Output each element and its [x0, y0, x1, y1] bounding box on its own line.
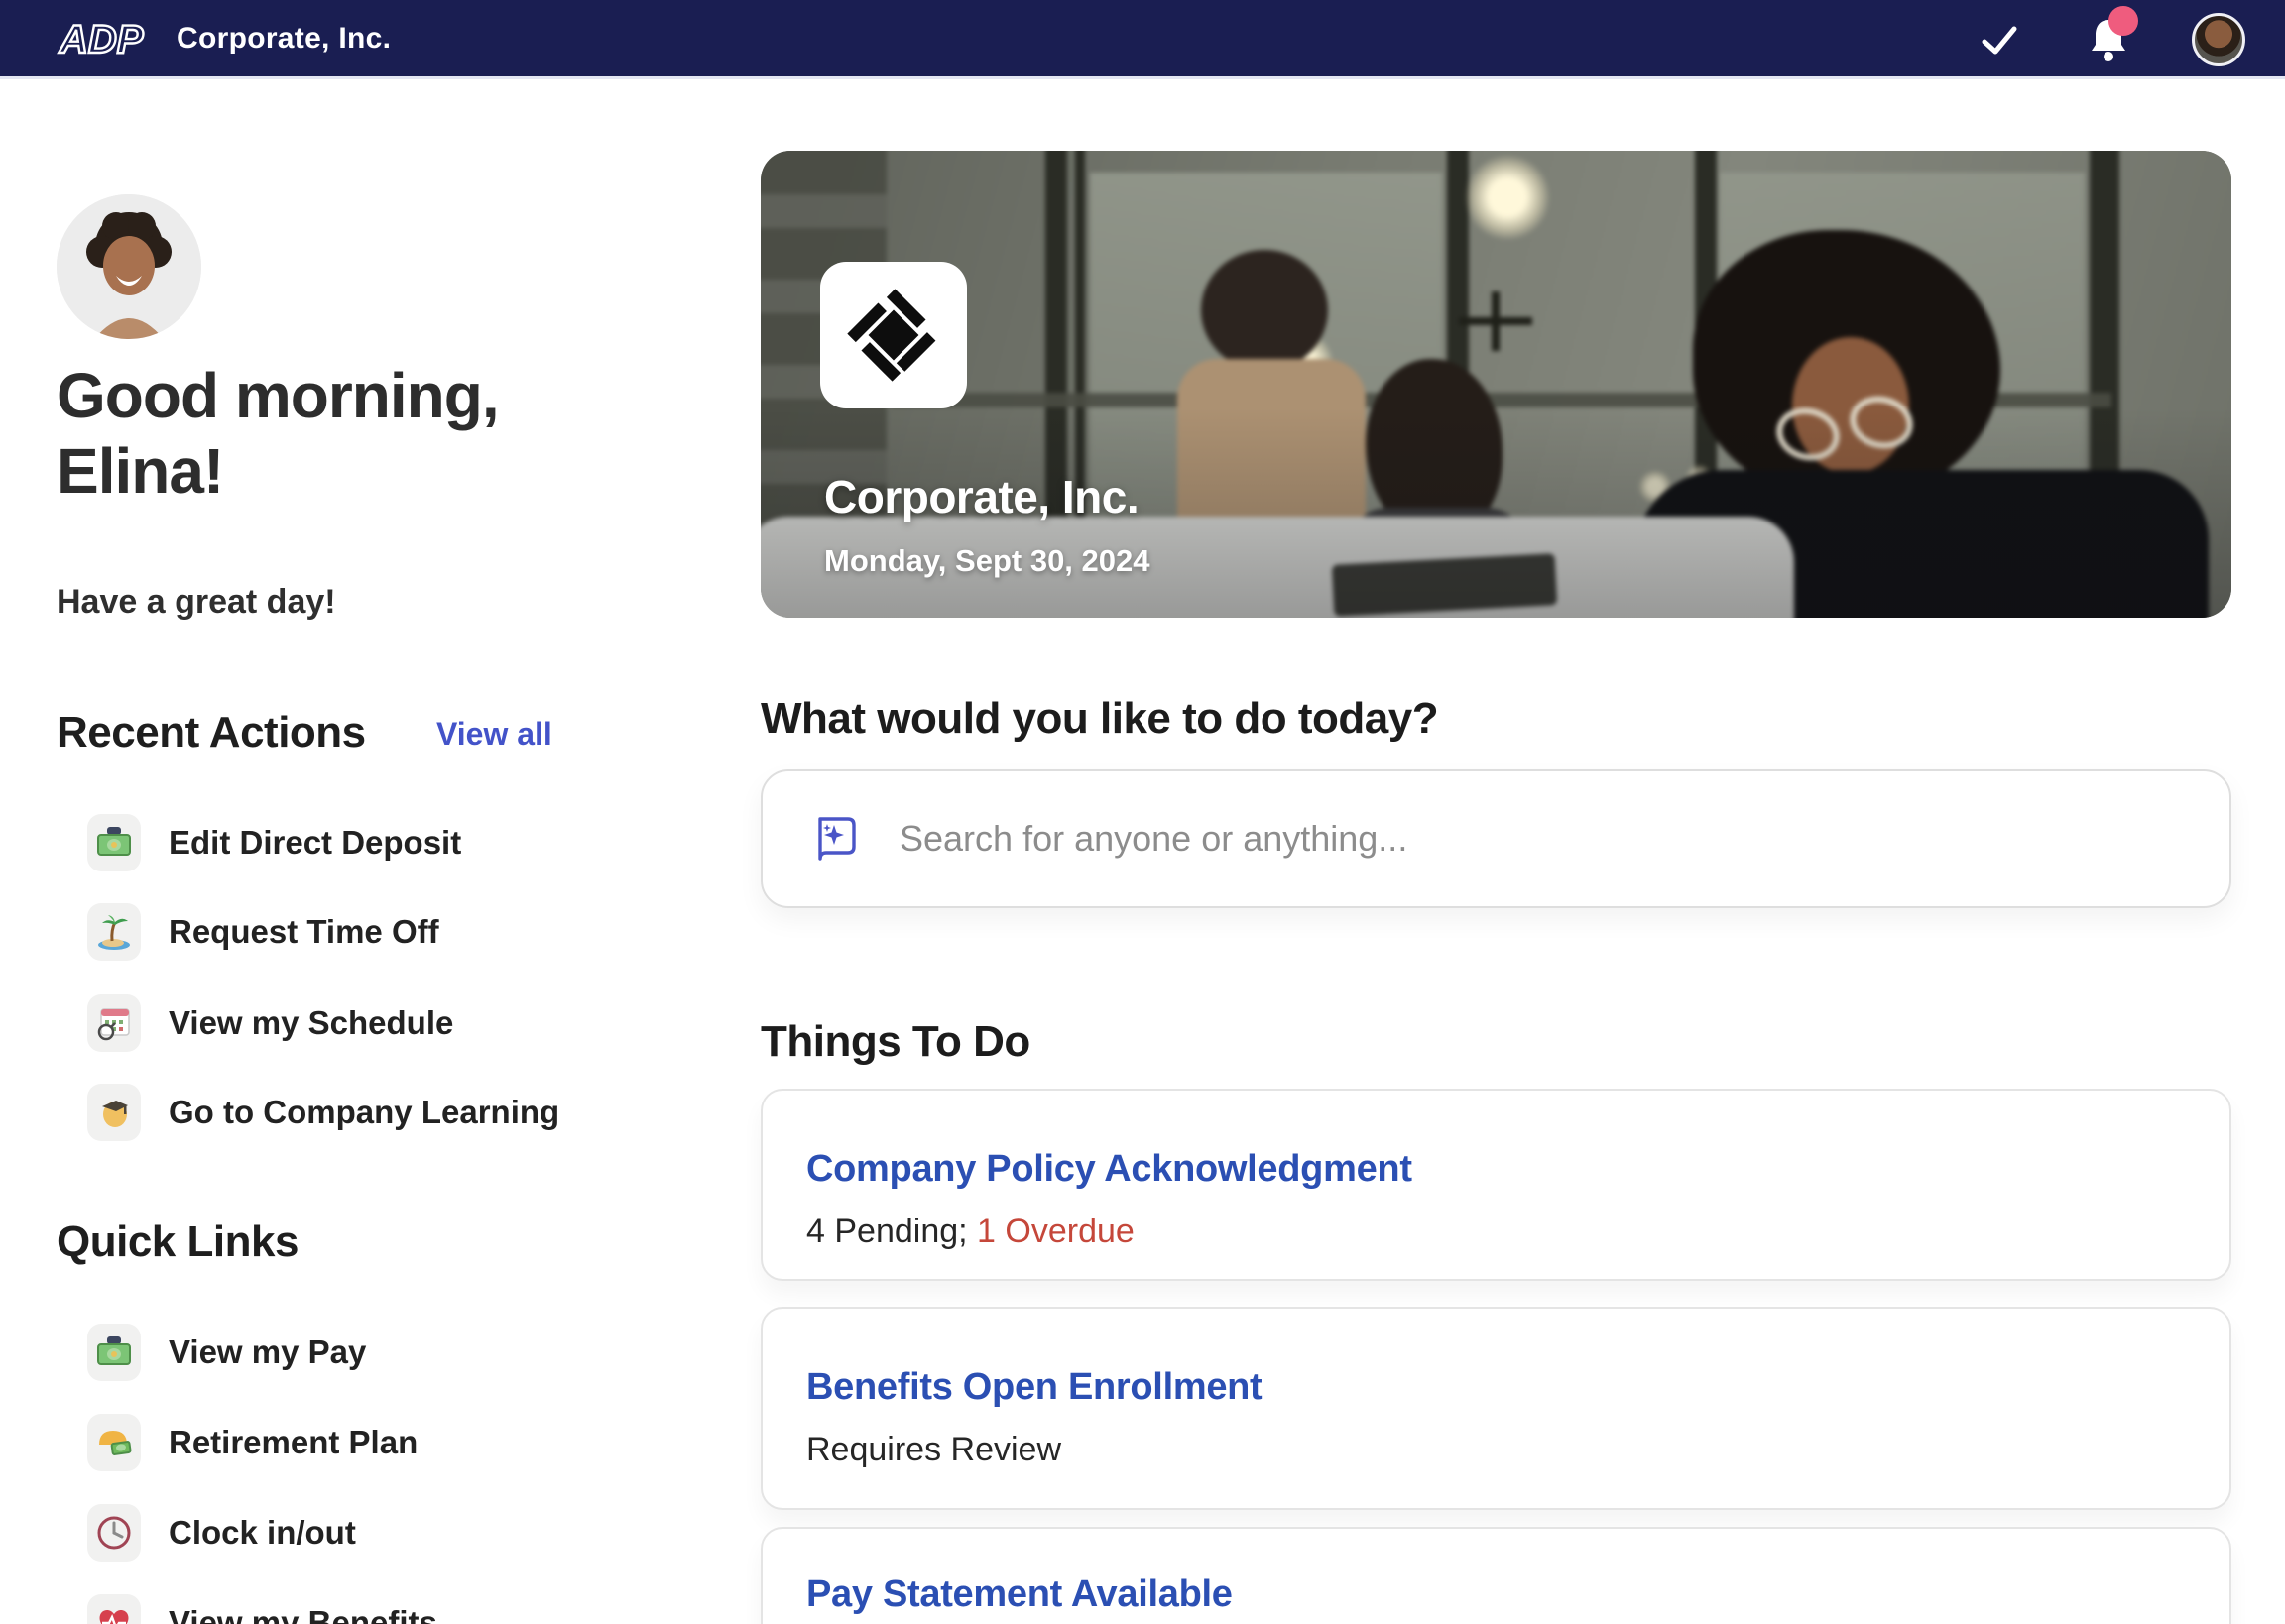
greeting-heading: Good morning, Elina! — [57, 359, 671, 509]
bell-icon[interactable] — [2083, 14, 2134, 65]
sidebar-item-clock-in-out[interactable]: Clock in/out — [87, 1501, 643, 1565]
banner-date: Monday, Sept 30, 2024 — [824, 543, 1150, 579]
sidebar-item-label: Edit Direct Deposit — [169, 824, 461, 862]
status-alert: 1 Overdue — [977, 1213, 1135, 1250]
subgreeting-text: Have a great day! — [57, 583, 336, 622]
palm-island-icon — [87, 903, 141, 961]
view-all-link[interactable]: View all — [436, 716, 552, 753]
sidebar-item-request-time-off[interactable]: Request Time Off — [87, 900, 643, 964]
notification-badge — [2108, 6, 2138, 36]
money-icon — [87, 1324, 141, 1381]
check-icon[interactable] — [1974, 14, 2025, 65]
diamond-logo-icon — [846, 288, 941, 383]
todo-card-title-link[interactable]: Pay Statement Available — [806, 1573, 2182, 1616]
todo-card-status: Requires Review — [806, 1431, 2182, 1469]
topbar-actions — [1974, 0, 2245, 79]
sidebar-item-edit-direct-deposit[interactable]: Edit Direct Deposit — [87, 811, 643, 874]
todo-card-title-link[interactable]: Company Policy Acknowledgment — [806, 1148, 2182, 1191]
quick-links-heading: Quick Links — [57, 1218, 299, 1267]
sidebar-item-label: View my Pay — [169, 1334, 366, 1371]
nest-egg-icon — [87, 1414, 141, 1471]
greeting-line1: Good morning, — [57, 359, 671, 434]
clock-icon — [87, 1504, 141, 1562]
sidebar-item-label: Retirement Plan — [169, 1424, 418, 1461]
ai-chat-sparkle-icon — [806, 811, 862, 867]
recent-actions-heading: Recent Actions — [57, 708, 366, 757]
sidebar-item-view-my-schedule[interactable]: View my Schedule — [87, 991, 643, 1055]
search-box — [761, 769, 2231, 908]
todo-card-company-policy[interactable]: Company Policy Acknowledgment 4 Pending;… — [761, 1089, 2231, 1281]
greeting-line2: Elina! — [57, 434, 671, 510]
adp-dashboard: ADP Corporate, Inc. — [0, 0, 2285, 1624]
banner-company-name: Corporate, Inc. — [824, 470, 1139, 523]
search-input[interactable] — [898, 817, 2186, 861]
todo-section-heading: Things To Do — [761, 1017, 1030, 1067]
sidebar-item-retirement-plan[interactable]: Retirement Plan — [87, 1411, 643, 1474]
company-logo-tile — [820, 262, 967, 408]
adp-logo-icon[interactable]: ADP — [56, 13, 151, 64]
adp-logo-text: ADP — [59, 18, 144, 61]
learning-icon — [87, 1084, 141, 1141]
todo-card-title-link[interactable]: Benefits Open Enrollment — [806, 1366, 2182, 1409]
top-navigation-bar: ADP Corporate, Inc. — [0, 0, 2285, 79]
sidebar-item-view-my-benefits[interactable]: View my Benefits — [87, 1591, 643, 1624]
calendar-search-icon — [87, 994, 141, 1052]
todo-card-benefits-enrollment[interactable]: Benefits Open Enrollment Requires Review — [761, 1307, 2231, 1510]
profile-avatar — [57, 194, 201, 339]
money-icon — [87, 814, 141, 871]
search-section-heading: What would you like to do today? — [761, 694, 1438, 744]
todo-card-pay-statement[interactable]: Pay Statement Available A new pay statem… — [761, 1527, 2231, 1624]
sidebar-item-label: View my Schedule — [169, 1004, 453, 1042]
company-banner: Corporate, Inc. Monday, Sept 30, 2024 — [761, 151, 2231, 618]
brand-area: ADP Corporate, Inc. — [56, 13, 391, 64]
company-name: Corporate, Inc. — [177, 22, 391, 56]
sidebar-item-label: Go to Company Learning — [169, 1094, 559, 1131]
sidebar-item-label: Request Time Off — [169, 913, 439, 951]
sidebar-item-company-learning[interactable]: Go to Company Learning — [87, 1081, 643, 1144]
sidebar-item-label: Clock in/out — [169, 1514, 356, 1552]
sidebar-item-label: View my Benefits — [169, 1604, 437, 1624]
status-plain: 4 Pending; — [806, 1213, 977, 1250]
heart-pulse-icon — [87, 1594, 141, 1624]
status-plain: Requires Review — [806, 1431, 1061, 1468]
todo-card-status: 4 Pending; 1 Overdue — [806, 1213, 2182, 1251]
sidebar-item-view-my-pay[interactable]: View my Pay — [87, 1321, 643, 1384]
topbar-user-avatar[interactable] — [2192, 13, 2245, 66]
